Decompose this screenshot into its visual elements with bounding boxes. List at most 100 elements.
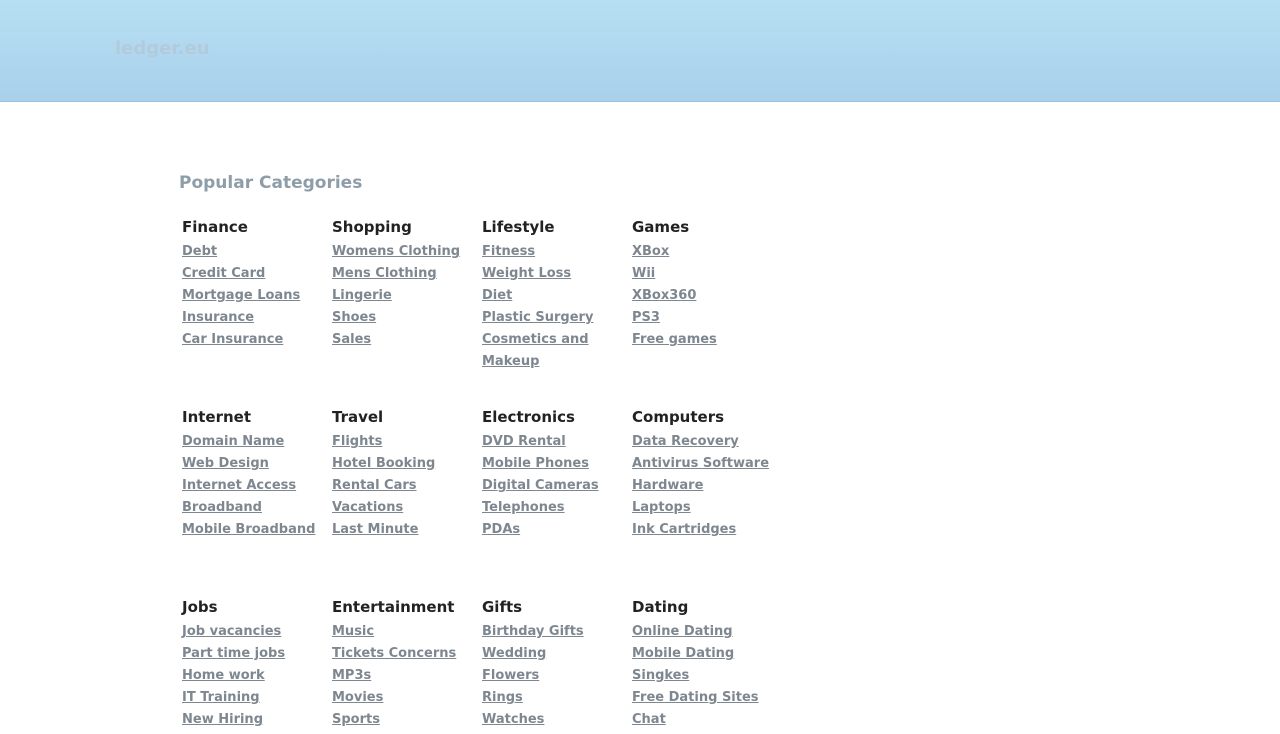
- category-link[interactable]: Job vacancies: [182, 624, 281, 639]
- list-item: Credit Card: [182, 266, 329, 282]
- category-link[interactable]: Digital Cameras: [482, 478, 599, 493]
- category-link[interactable]: Rings: [482, 690, 523, 705]
- category-link[interactable]: Rental Cars: [332, 478, 417, 493]
- category-link[interactable]: XBox360: [632, 288, 696, 303]
- category-link[interactable]: Movies: [332, 690, 383, 705]
- category-link[interactable]: MP3s: [332, 668, 371, 683]
- category-computers: Computers Data Recovery Antivirus Software…: [629, 406, 779, 544]
- category-link[interactable]: Weight Loss: [482, 266, 571, 281]
- list-item: Hardware: [632, 478, 779, 494]
- category-link[interactable]: Data Recovery: [632, 434, 739, 449]
- list-item: Broadband: [182, 500, 329, 516]
- category-link-list: XBox Wii XBox360 PS3 Free games: [629, 244, 779, 348]
- category-link[interactable]: Mens Clothing: [332, 266, 437, 281]
- category-link-list: DVD Rental Mobile Phones Digital Cameras Te…: [479, 434, 629, 538]
- list-item: Birthday Gifts: [482, 624, 629, 640]
- site-logo-link[interactable]: ledger.eu: [115, 38, 210, 59]
- list-item: New Hiring: [182, 712, 329, 728]
- category-dating: Dating Online Dating Mobile Dating Singkes F…: [629, 596, 779, 734]
- list-item: Shoes: [332, 310, 479, 326]
- category-link[interactable]: PS3: [632, 310, 660, 325]
- category-internet: Internet Domain Name Web Design Internet Ac…: [179, 406, 329, 544]
- category-link-list: Domain Name Web Design Internet Access Broa…: [179, 434, 329, 538]
- category-link[interactable]: Antivirus Software: [632, 456, 769, 471]
- category-link[interactable]: IT Training: [182, 690, 260, 705]
- list-item: Part time jobs: [182, 646, 329, 662]
- list-item: Tickets Concerns: [332, 646, 479, 662]
- category-link[interactable]: Internet Access: [182, 478, 296, 493]
- list-item: Mortgage Loans: [182, 288, 329, 304]
- category-link[interactable]: Plastic Surgery: [482, 310, 593, 325]
- category-link[interactable]: Domain Name: [182, 434, 284, 449]
- category-shopping: Shopping Womens Clothing Mens Clothing Ling…: [329, 216, 479, 354]
- category-link[interactable]: Debt: [182, 244, 217, 259]
- category-link[interactable]: Mobile Dating: [632, 646, 734, 661]
- category-link[interactable]: Telephones: [482, 500, 565, 515]
- list-item: Lingerie: [332, 288, 479, 304]
- list-item: Diet: [482, 288, 629, 304]
- list-item: Singkes: [632, 668, 779, 684]
- list-item: Flowers: [482, 668, 629, 684]
- category-link[interactable]: Mobile Phones: [482, 456, 589, 471]
- category-link[interactable]: Hotel Booking: [332, 456, 435, 471]
- category-link[interactable]: Free games: [632, 332, 717, 347]
- category-games: Games XBox Wii XBox360 PS3 Free games: [629, 216, 779, 354]
- category-link[interactable]: Credit Card: [182, 266, 265, 281]
- list-item: Free Dating Sites: [632, 690, 779, 706]
- list-item: Mobile Dating: [632, 646, 779, 662]
- category-link[interactable]: Last Minute: [332, 522, 418, 537]
- list-item: PDAs: [482, 522, 629, 538]
- category-link[interactable]: Free Dating Sites: [632, 690, 759, 705]
- category-link[interactable]: Mobile Broadband: [182, 522, 315, 537]
- category-link[interactable]: PDAs: [482, 522, 520, 537]
- category-link[interactable]: Womens Clothing: [332, 244, 460, 259]
- list-item: Flights: [332, 434, 479, 450]
- category-link[interactable]: Flowers: [482, 668, 539, 683]
- category-link[interactable]: XBox: [632, 244, 669, 259]
- category-link[interactable]: Ink Cartridges: [632, 522, 736, 537]
- category-heading: Gifts: [482, 598, 523, 616]
- category-heading: Travel: [332, 408, 384, 426]
- category-link[interactable]: Fitness: [482, 244, 535, 259]
- category-link[interactable]: Insurance: [182, 310, 254, 325]
- list-item: Ink Cartridges: [632, 522, 779, 538]
- category-link[interactable]: Tickets Concerns: [332, 646, 456, 661]
- category-heading: Shopping: [332, 218, 412, 236]
- category-link[interactable]: Online Dating: [632, 624, 733, 639]
- list-item: Makeup: [482, 354, 629, 370]
- category-link[interactable]: Part time jobs: [182, 646, 285, 661]
- category-link[interactable]: Mortgage Loans: [182, 288, 300, 303]
- category-link[interactable]: Vacations: [332, 500, 403, 515]
- category-link-list: Flights Hotel Booking Rental Cars Vacations…: [329, 434, 479, 538]
- list-item: Weight Loss: [482, 266, 629, 282]
- category-link[interactable]: Lingerie: [332, 288, 392, 303]
- list-item: Watches: [482, 712, 629, 728]
- category-heading: Jobs: [182, 598, 218, 616]
- category-link[interactable]: Car Insurance: [182, 332, 283, 347]
- category-link[interactable]: Broadband: [182, 500, 262, 515]
- list-item: Rings: [482, 690, 629, 706]
- list-item: Home work: [182, 668, 329, 684]
- category-link[interactable]: Sales: [332, 332, 371, 347]
- category-link[interactable]: Singkes: [632, 668, 689, 683]
- list-item: Laptops: [632, 500, 779, 516]
- category-link[interactable]: Laptops: [632, 500, 691, 515]
- category-link[interactable]: DVD Rental: [482, 434, 566, 449]
- category-link[interactable]: Web Design: [182, 456, 269, 471]
- list-item: Data Recovery: [632, 434, 779, 450]
- category-link[interactable]: Shoes: [332, 310, 376, 325]
- category-link[interactable]: Hardware: [632, 478, 703, 493]
- category-link[interactable]: Flights: [332, 434, 382, 449]
- category-link[interactable]: Wedding: [482, 646, 546, 661]
- list-item: Antivirus Software: [632, 456, 779, 472]
- category-link[interactable]: Home work: [182, 668, 265, 683]
- list-item: Online Dating: [632, 624, 779, 640]
- category-link[interactable]: Music: [332, 624, 374, 639]
- category-link[interactable]: Cosmetics and: [482, 332, 589, 347]
- category-link[interactable]: Birthday Gifts: [482, 624, 584, 639]
- category-travel: Travel Flights Hotel Booking Rental Cars Vac…: [329, 406, 479, 544]
- category-link[interactable]: Makeup: [482, 354, 539, 369]
- category-link[interactable]: Diet: [482, 288, 512, 303]
- category-link[interactable]: Wii: [632, 266, 655, 281]
- category-finance: Finance Debt Credit Card Mortgage Loans Insu…: [179, 216, 329, 354]
